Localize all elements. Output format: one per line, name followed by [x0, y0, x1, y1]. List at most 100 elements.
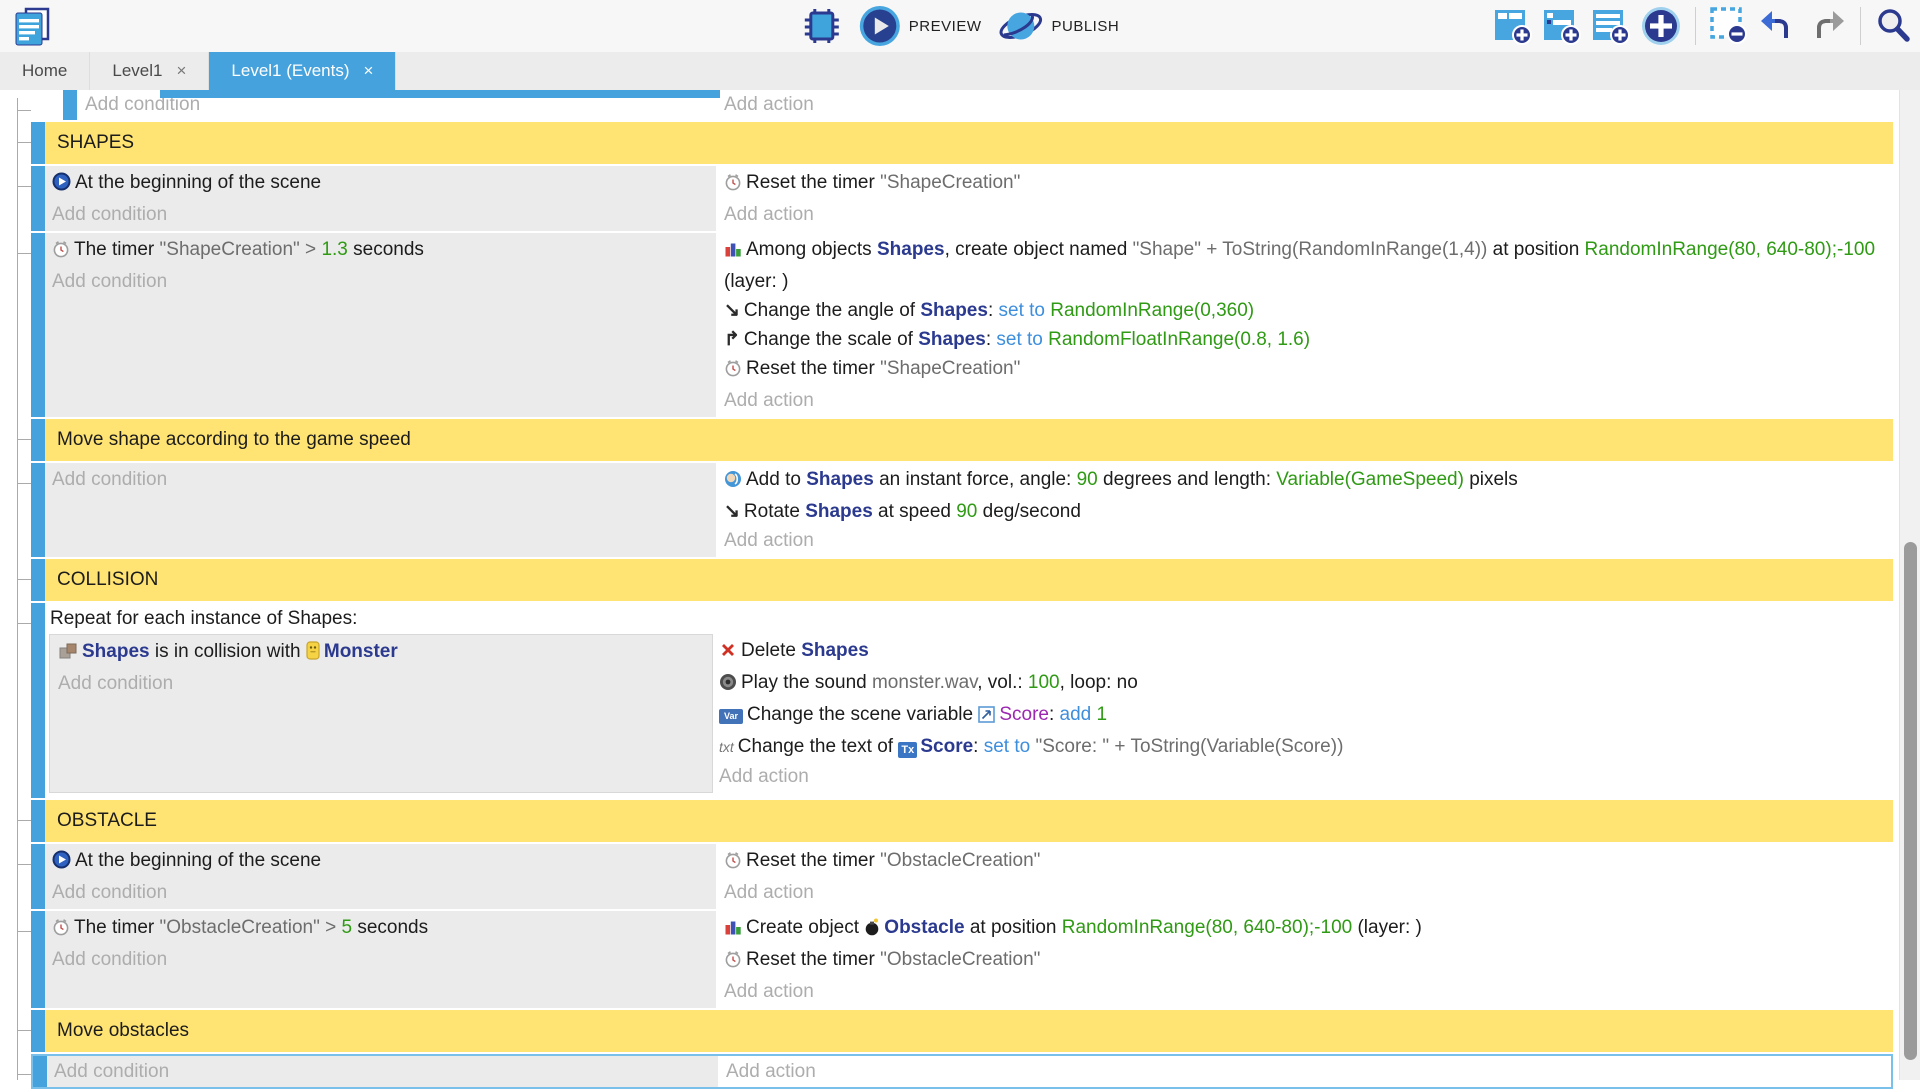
action-line[interactable]: ↘Change the angle of Shapes: set to Rand… — [724, 296, 1893, 325]
text-object-icon: Tx — [898, 742, 917, 758]
comment-row[interactable]: Move obstacles — [31, 1010, 1893, 1052]
comment-row[interactable]: Move shape according to the game speed — [31, 419, 1893, 461]
comment-row[interactable]: SHAPES — [31, 122, 1893, 164]
vertical-scrollbar[interactable] — [1899, 90, 1920, 1080]
event-drag-handle[interactable] — [31, 166, 45, 231]
event-drag-handle[interactable] — [31, 800, 45, 842]
comment-row[interactable]: OBSTACLE — [31, 800, 1893, 842]
preview-button[interactable]: PREVIEW — [859, 5, 982, 47]
event-drag-handle[interactable] — [31, 419, 45, 461]
tab-level1-events[interactable]: Level1 (Events)× — [209, 52, 396, 90]
event-row[interactable]: At the beginning of the sceneAdd conditi… — [31, 166, 1893, 231]
conditions-column: At the beginning of the sceneAdd conditi… — [45, 844, 718, 909]
event-row[interactable]: The timer "ObstacleCreation" > 5 seconds… — [31, 911, 1893, 1008]
add-condition-button[interactable]: Add condition — [52, 465, 716, 494]
comment-body[interactable]: COLLISION — [45, 559, 1893, 601]
foreach-header[interactable]: Repeat for each instance of Shapes: — [45, 603, 1893, 634]
event-row[interactable]: The timer "ShapeCreation" > 1.3 secondsA… — [31, 233, 1893, 417]
action-line[interactable]: ↘Rotate Shapes at speed 90 deg/second — [724, 497, 1893, 526]
add-condition-button[interactable]: Add condition — [58, 669, 712, 698]
condition-line[interactable]: The timer "ShapeCreation" > 1.3 seconds — [52, 235, 716, 267]
event-drag-handle[interactable] — [31, 1010, 45, 1052]
event-drag-handle[interactable] — [31, 603, 45, 798]
comment-body[interactable]: OBSTACLE — [45, 800, 1893, 842]
foreach-event-row[interactable]: Repeat for each instance of Shapes:Shape… — [31, 603, 1893, 798]
redo-icon[interactable] — [1807, 6, 1847, 46]
timer-icon — [52, 916, 70, 945]
event-drag-handle[interactable] — [31, 559, 45, 601]
event-text-segment: : — [986, 329, 997, 350]
indent-guide-tick — [17, 820, 31, 821]
event-drag-handle[interactable] — [31, 233, 45, 417]
event-row[interactable]: At the beginning of the sceneAdd conditi… — [31, 844, 1893, 909]
action-line[interactable]: VarChange the scene variable Score: add … — [719, 700, 1893, 732]
action-line[interactable]: txtChange the text of TxScore: set to "S… — [719, 732, 1893, 762]
remove-event-icon[interactable] — [1709, 6, 1749, 46]
comment-body[interactable]: Move obstacles — [45, 1010, 1893, 1052]
add-condition-button[interactable]: Add condition — [52, 200, 716, 229]
scrollbar-thumb[interactable] — [1904, 542, 1917, 1060]
event-row[interactable]: Add condition Add to Shapes an instant fo… — [31, 463, 1893, 557]
event-drag-handle[interactable] — [31, 122, 45, 164]
add-action-button[interactable]: Add action — [724, 878, 1893, 907]
action-line[interactable]: Play the sound monster.wav, vol.: 100, l… — [719, 668, 1893, 700]
action-line[interactable]: ↱Change the scale of Shapes: set to Rand… — [724, 325, 1893, 354]
event-text-segment: seconds — [348, 239, 424, 260]
event-drag-handle[interactable] — [31, 911, 45, 1008]
comment-row[interactable]: COLLISION — [31, 559, 1893, 601]
event-drag-handle[interactable] — [31, 463, 45, 557]
app-logo-icon[interactable] — [10, 5, 54, 49]
add-event-icon[interactable] — [1493, 6, 1533, 46]
undo-icon[interactable] — [1758, 6, 1798, 46]
preview-label: PREVIEW — [909, 18, 982, 35]
event-text-segment: at position — [1487, 239, 1584, 260]
add-action-button[interactable]: Add action — [724, 526, 1893, 555]
tab-close-icon[interactable]: × — [364, 61, 374, 81]
tab-close-icon[interactable]: × — [176, 61, 186, 81]
action-line[interactable]: Create object Obstacle at position Rando… — [724, 913, 1893, 945]
add-action-button[interactable]: Add action — [724, 90, 1893, 119]
condition-line[interactable]: At the beginning of the scene — [52, 168, 716, 200]
add-action-button[interactable]: Add action — [724, 977, 1893, 1006]
action-line[interactable]: Reset the timer "ShapeCreation" — [724, 168, 1893, 200]
event-text-segment: : — [988, 300, 999, 321]
create-object-icon — [724, 238, 742, 267]
add-condition-button[interactable]: Add condition — [52, 267, 716, 296]
add-condition-button[interactable]: Add condition — [52, 945, 716, 974]
event-text-segment: seconds — [352, 917, 428, 938]
publish-button[interactable]: PUBLISH — [997, 5, 1119, 47]
event-drag-handle[interactable] — [31, 844, 45, 909]
add-condition-button[interactable]: Add condition — [52, 878, 716, 907]
event-text-segment: Score — [999, 704, 1049, 725]
add-choose-event-icon[interactable] — [1640, 5, 1682, 47]
add-action-button[interactable]: Add action — [724, 200, 1893, 229]
action-line[interactable]: Reset the timer "ObstacleCreation" — [724, 945, 1893, 977]
event-text-segment: pixels — [1464, 469, 1518, 490]
action-line[interactable]: Delete Shapes — [719, 636, 1893, 668]
action-line[interactable]: Reset the timer "ShapeCreation" — [724, 354, 1893, 386]
add-action-button[interactable]: Add action — [726, 1057, 1891, 1086]
action-line[interactable]: Reset the timer "ObstacleCreation" — [724, 846, 1893, 878]
comment-body[interactable]: SHAPES — [45, 122, 1893, 164]
condition-line[interactable]: The timer "ObstacleCreation" > 5 seconds — [52, 913, 716, 945]
add-subevent-icon[interactable] — [1542, 6, 1582, 46]
action-line[interactable]: Among objects Shapes, create object name… — [724, 235, 1893, 296]
add-comment-icon[interactable] — [1591, 6, 1631, 46]
tab-level1[interactable]: Level1× — [90, 52, 209, 90]
tab-home[interactable]: Home — [0, 52, 90, 90]
event-drag-handle[interactable] — [63, 90, 77, 120]
actions-column: Reset the timer "ObstacleCreation"Add ac… — [718, 844, 1893, 909]
event-row[interactable]: Add condition Add action — [31, 1054, 1893, 1089]
condition-line[interactable]: Shapes is in collision with Monster — [58, 637, 712, 669]
action-line[interactable]: Add to Shapes an instant force, angle: 9… — [724, 465, 1893, 497]
partial-event-row[interactable]: Add conditionAdd action — [31, 90, 1893, 120]
add-action-button[interactable]: Add action — [719, 762, 1893, 791]
add-condition-button[interactable]: Add condition — [54, 1057, 718, 1086]
search-icon[interactable] — [1874, 6, 1914, 46]
add-action-button[interactable]: Add action — [724, 386, 1893, 415]
comment-body[interactable]: Move shape according to the game speed — [45, 419, 1893, 461]
event-text-segment: Among objects — [746, 239, 877, 260]
debug-icon[interactable] — [801, 5, 843, 47]
event-drag-handle[interactable] — [33, 1056, 47, 1087]
condition-line[interactable]: At the beginning of the scene — [52, 846, 716, 878]
